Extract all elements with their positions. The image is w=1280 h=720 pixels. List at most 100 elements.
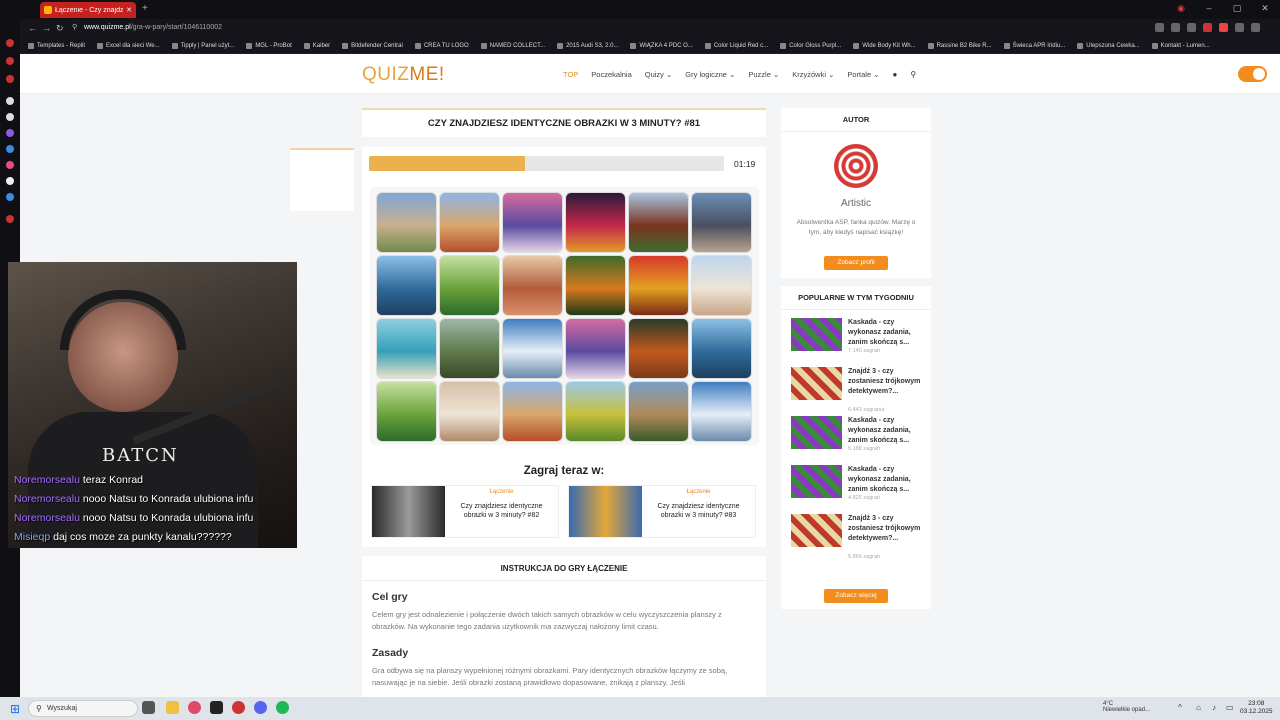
sidebar-app-icon[interactable] <box>6 113 14 121</box>
tile-night-bus[interactable] <box>566 193 625 252</box>
tile-shibuya-street[interactable] <box>692 193 751 252</box>
author-name[interactable]: Artistic <box>781 198 931 209</box>
popular-title[interactable]: Kaskada - czy wykonasz zadania, zanim sk… <box>848 318 924 348</box>
view-profile-button[interactable]: Zobacz profil <box>824 256 888 270</box>
popular-title[interactable]: Znajdź 3 - czy zostaniesz trójkowym dete… <box>848 514 924 544</box>
extension-icon[interactable] <box>1171 23 1180 32</box>
weather-widget[interactable]: 4°C Niewielkie opad... <box>1103 701 1150 713</box>
clock[interactable]: 23:08 03.12.2025 <box>1240 700 1273 716</box>
bookmark-item[interactable]: Świeca APR Iridiu... <box>1003 43 1065 49</box>
bookmark-item[interactable]: MGL - ProBot <box>246 43 292 49</box>
spotify-icon[interactable] <box>276 701 289 714</box>
tile-orangutan[interactable] <box>629 319 688 378</box>
popular-item[interactable]: Znajdź 3 - czy zostaniesz trójkowym dete… <box>791 367 926 413</box>
extension-icon[interactable] <box>1219 23 1228 32</box>
nav-item[interactable]: Quizy ⌄ <box>645 70 673 79</box>
menu-icon[interactable] <box>1251 23 1260 32</box>
sidebar-app-icon[interactable] <box>6 57 14 65</box>
nav-item[interactable]: Poczekalnia <box>591 70 631 79</box>
bookmark-item[interactable]: CREA TU LOGO <box>414 43 469 49</box>
popular-item[interactable]: Kaskada - czy wykonasz zadania, zanim sk… <box>791 318 926 363</box>
new-tab-icon[interactable]: + <box>142 3 148 14</box>
volume-icon[interactable]: ♪ <box>1212 703 1216 712</box>
bookmark-item[interactable]: Excel dla sieci We... <box>97 43 160 49</box>
extension-icon[interactable] <box>1155 23 1164 32</box>
bookmark-item[interactable]: Wide Body Kit Wh... <box>853 43 916 49</box>
task-view-icon[interactable] <box>142 701 155 714</box>
search-icon[interactable]: ⚲ <box>910 70 916 79</box>
instagram-icon[interactable] <box>6 161 14 169</box>
tile-pagoda[interactable] <box>629 193 688 252</box>
back-icon[interactable]: ← <box>28 23 37 33</box>
tile-beach-boat[interactable] <box>377 319 436 378</box>
popular-item[interactable]: Znajdź 3 - czy zostaniesz trójkowym dete… <box>791 514 926 560</box>
tile-snow-mountain-2[interactable] <box>692 382 751 441</box>
reload-icon[interactable]: ↻ <box>56 23 64 34</box>
sidebar-app-icon[interactable] <box>6 75 14 83</box>
see-more-button[interactable]: Zobacz więcej <box>824 589 888 603</box>
related-title[interactable]: Czy znajdziesz identyczne obrazki w 3 mi… <box>642 502 755 520</box>
profile-icon[interactable]: ◉ <box>1176 3 1186 13</box>
sidebar-app-icon[interactable] <box>6 97 14 105</box>
related-game-card[interactable]: Łączenie Czy znajdziesz identyczne obrazk… <box>371 485 559 538</box>
discord-icon[interactable] <box>254 701 267 714</box>
bookmark-item[interactable]: Color Gloss Purpl... <box>780 43 841 49</box>
battery-icon[interactable]: ▭ <box>1226 703 1234 712</box>
browser-tab-active[interactable]: Łączenie - Czy znajdziesz ✕ <box>40 2 136 18</box>
tile-neon-street[interactable] <box>503 193 562 252</box>
popular-item[interactable]: Kaskada - czy wykonasz zadania, zanim sk… <box>791 416 926 461</box>
tile-snow-mountain[interactable] <box>503 319 562 378</box>
maximize-icon[interactable]: ▢ <box>1232 3 1242 13</box>
popular-title[interactable]: Znajdź 3 - czy zostaniesz trójkowym dete… <box>848 367 924 397</box>
tile-yellow-fields[interactable] <box>566 382 625 441</box>
messenger-icon[interactable] <box>6 145 14 153</box>
bookmark-item[interactable]: Color Liquid Red c... <box>704 43 768 49</box>
tray-chevron-icon[interactable]: ^ <box>1178 703 1182 712</box>
nav-item[interactable]: Puzzle ⌄ <box>748 70 779 79</box>
related-category[interactable]: Łączenie <box>642 489 755 495</box>
site-logo[interactable]: QUIZME! <box>362 64 445 86</box>
tile-rice-terraces[interactable] <box>440 256 499 315</box>
opera-icon[interactable] <box>188 701 201 714</box>
app-icon[interactable] <box>210 701 223 714</box>
popular-item[interactable]: Kaskada - czy wykonasz zadania, zanim sk… <box>791 465 926 510</box>
file-explorer-icon[interactable] <box>166 701 179 714</box>
tab-close-icon[interactable]: ✕ <box>126 6 132 14</box>
tiktok-icon[interactable] <box>6 177 14 185</box>
user-icon[interactable]: ● <box>893 70 898 79</box>
related-category[interactable]: Łączenie <box>445 489 558 495</box>
tile-thai-temple[interactable] <box>440 193 499 252</box>
tile-neon-street-2[interactable] <box>566 319 625 378</box>
tile-torii-sea-2[interactable] <box>692 319 751 378</box>
taskbar-search[interactable]: ⚲ Wyszukaj <box>28 700 138 717</box>
extension-icon[interactable] <box>1187 23 1196 32</box>
popular-title[interactable]: Kaskada - czy wykonasz zadania, zanim sk… <box>848 465 924 495</box>
tile-thai-temple-2[interactable] <box>503 382 562 441</box>
bookmark-item[interactable]: Rassine B2 Bike R... <box>927 43 992 49</box>
popular-title[interactable]: Kaskada - czy wykonasz zadania, zanim sk… <box>848 416 924 446</box>
tile-taj-mahal-2[interactable] <box>440 382 499 441</box>
tile-taj-mahal[interactable] <box>692 256 751 315</box>
bookmark-item[interactable]: Tipply | Panel użyt... <box>171 43 234 49</box>
tile-chiang-mai-temple[interactable] <box>629 382 688 441</box>
bookmark-item[interactable]: Bitdefender Central <box>342 43 403 49</box>
sidebar-app-icon[interactable] <box>6 129 14 137</box>
settings-icon[interactable] <box>6 215 14 223</box>
app-icon[interactable] <box>232 701 245 714</box>
bookmark-item[interactable]: Kaiber <box>303 43 330 49</box>
bookmark-item[interactable]: Ulepszona Cewka... <box>1077 43 1140 49</box>
tile-kimono-women[interactable] <box>503 256 562 315</box>
tile-osaka-castle[interactable] <box>377 193 436 252</box>
dark-mode-toggle[interactable] <box>1238 66 1267 82</box>
related-game-card[interactable]: Łączenie Czy znajdziesz identyczne obrazk… <box>568 485 756 538</box>
tile-torii-sea[interactable] <box>377 256 436 315</box>
tile-great-wall[interactable] <box>440 319 499 378</box>
close-window-icon[interactable]: ✕ <box>1260 3 1270 13</box>
bookmark-item[interactable]: Kontakt - Lumen... <box>1151 43 1210 49</box>
nav-item[interactable]: TOP <box>563 70 578 79</box>
tile-tiger[interactable] <box>566 256 625 315</box>
nav-item[interactable]: Krzyżówki ⌄ <box>792 70 834 79</box>
forward-icon[interactable]: → <box>42 23 51 33</box>
url-field[interactable]: www.quizme.pl/gra-w-pary/start/104611000… <box>84 24 222 31</box>
sidebar-app-icon[interactable] <box>6 193 14 201</box>
